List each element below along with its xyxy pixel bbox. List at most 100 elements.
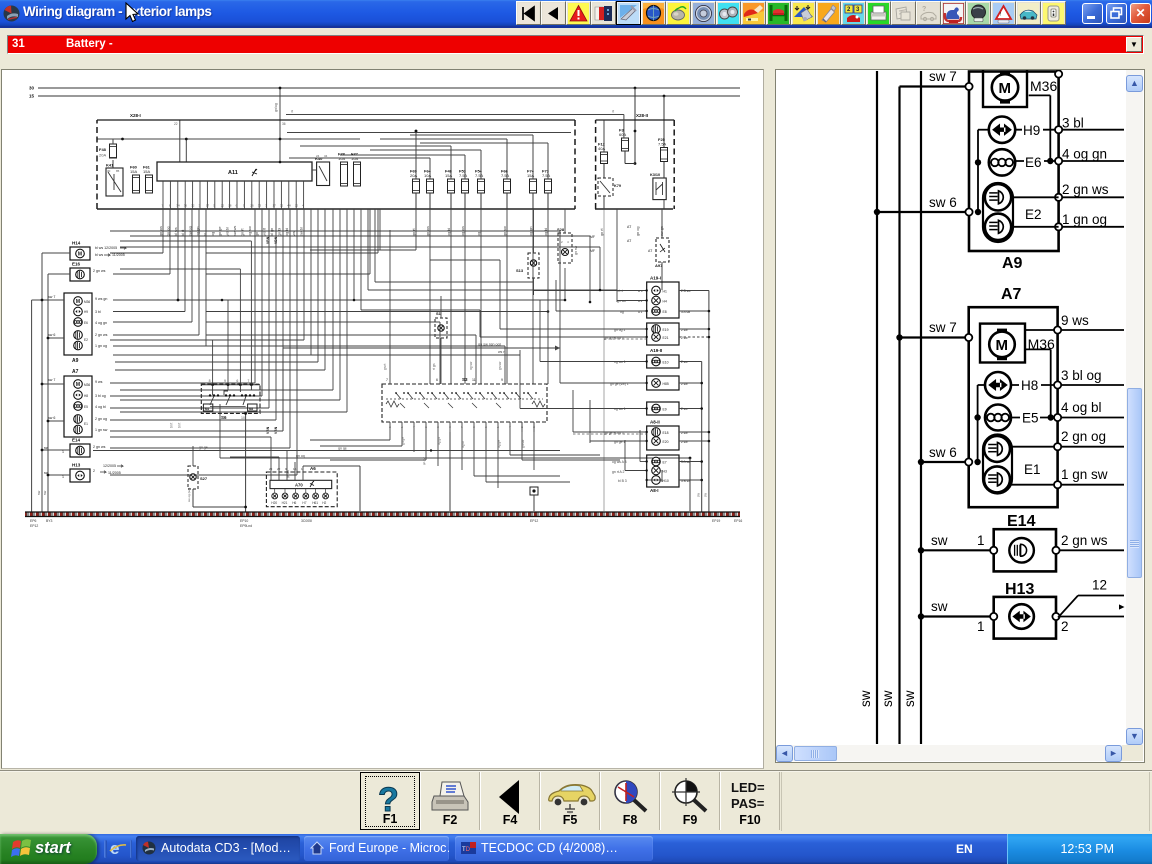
svg-text:ws: ws — [292, 231, 296, 236]
svg-text:A7: A7 — [1001, 286, 1022, 303]
svg-text:4 og gn: 4 og gn — [95, 321, 107, 325]
svg-text:EP12: EP12 — [30, 524, 38, 528]
svg-text:bl: bl — [203, 233, 207, 236]
svg-text:6: 6 — [236, 379, 238, 383]
svg-text:H8: H8 — [1021, 378, 1038, 393]
svg-text:7: 7 — [247, 379, 249, 383]
svg-text:gn ge: gn ge — [401, 437, 405, 445]
svg-text:sw: sw — [880, 690, 895, 707]
svg-text:9: 9 — [224, 379, 226, 383]
svg-text:3 bl: 3 bl — [95, 310, 101, 314]
svg-text:12: 12 — [295, 204, 299, 208]
svg-text:20A: 20A — [99, 153, 106, 158]
svg-text:H9: H9 — [84, 310, 88, 314]
svg-text:gn sw (gn og): gn sw (gn og) — [478, 343, 502, 347]
svg-text:1 gn og: 1 gn og — [1062, 212, 1107, 227]
svg-text:3 bl og: 3 bl og — [95, 394, 106, 398]
svg-text:7.5A: 7.5A — [475, 173, 484, 178]
svg-text:15A: 15A — [143, 169, 150, 174]
svg-text:sw bl: sw bl — [300, 227, 304, 236]
svg-text:1 gn sw: 1 gn sw — [1061, 467, 1108, 482]
svg-text:M: M — [78, 251, 82, 257]
svg-text:rt gn: rt gn — [432, 363, 436, 370]
svg-text:M36: M36 — [84, 383, 90, 387]
svg-text:A8-II: A8-II — [650, 420, 660, 425]
svg-text:9 ws gn: 9 ws gn — [95, 297, 107, 301]
svg-text:H2: H2 — [322, 501, 326, 505]
svg-text:9 ws: 9 ws — [1061, 313, 1089, 328]
svg-text:1: 1 — [62, 475, 64, 479]
svg-text:4: 4 — [567, 240, 569, 244]
svg-text:TD: TD — [462, 847, 471, 853]
svg-text:34: 34 — [176, 204, 180, 208]
svg-text:og bl: og bl — [285, 228, 289, 236]
svg-text:e: e — [110, 839, 119, 858]
svg-text:E19: E19 — [663, 328, 669, 332]
svg-text:sw 7: sw 7 — [929, 70, 957, 84]
svg-text:ws rt: ws rt — [263, 227, 267, 236]
svg-text:A9: A9 — [1002, 255, 1023, 272]
svg-text:H4: H4 — [663, 299, 667, 303]
svg-text:17: 17 — [206, 204, 210, 208]
svg-text:E2: E2 — [84, 338, 88, 342]
svg-text:gn rt: gn rt — [383, 364, 387, 370]
svg-text:11: 11 — [472, 378, 476, 382]
svg-text:15A: 15A — [130, 169, 137, 174]
svg-text:H13: H13 — [1005, 581, 1034, 598]
svg-text:og ws A 3: og ws A 3 — [612, 460, 627, 464]
svg-text:sw: sw — [37, 490, 41, 495]
svg-text:EP19: EP19 — [712, 519, 720, 523]
svg-text:VBN: VBN — [274, 426, 278, 434]
svg-text:gn ws: gn ws — [286, 470, 290, 478]
svg-text:og sw 1: og sw 1 — [614, 360, 626, 364]
svg-text:bl rt: bl rt — [170, 423, 174, 428]
svg-text:7: 7 — [386, 378, 388, 382]
svg-text:36: 36 — [184, 204, 188, 208]
svg-text:H13: H13 — [72, 463, 81, 468]
svg-text:A7: A7 — [72, 369, 79, 375]
svg-text:og sw: og sw — [469, 361, 473, 370]
svg-text:E9: E9 — [663, 407, 667, 411]
svg-text:gn rt: gn rt — [412, 227, 416, 236]
svg-text:24: 24 — [316, 154, 320, 158]
svg-text:EP12: EP12 — [530, 519, 538, 523]
svg-text:22: 22 — [174, 122, 178, 126]
svg-text:M: M — [76, 382, 80, 388]
svg-text:sw 6: sw 6 — [929, 445, 957, 460]
svg-text:og sw 1: og sw 1 — [614, 407, 626, 411]
svg-text:85: 85 — [116, 169, 120, 173]
svg-text:H61: H61 — [312, 501, 318, 505]
svg-text:8: 8 — [209, 379, 211, 383]
svg-text:A8-I: A8-I — [650, 488, 659, 493]
svg-text:K79: K79 — [614, 184, 621, 188]
svg-text:E5: E5 — [84, 405, 88, 409]
svg-text:S4: S4 — [205, 407, 209, 411]
svg-text:22: 22 — [221, 204, 225, 208]
svg-text:sw og (sw): sw og (sw) — [187, 488, 191, 502]
svg-text:3 bl og: 3 bl og — [1061, 368, 1102, 383]
svg-text:EP6: EP6 — [30, 519, 37, 523]
svg-text:A6: A6 — [310, 466, 316, 471]
svg-text:sw: sw — [931, 533, 948, 548]
svg-text:sw: sw — [697, 492, 701, 497]
svg-text:bl rt: bl rt — [617, 289, 623, 293]
svg-text:30: 30 — [107, 169, 111, 173]
svg-text:H8: H8 — [84, 394, 88, 398]
svg-text:M36: M36 — [84, 300, 90, 304]
svg-text:K3/10: K3/10 — [650, 173, 660, 177]
svg-text:gn sw: gn sw — [422, 456, 426, 465]
svg-text:M: M — [999, 80, 1012, 97]
svg-text:X28-II: X28-II — [636, 113, 648, 118]
svg-text:sw: sw — [704, 492, 708, 497]
svg-text:6: 6 — [436, 378, 438, 382]
svg-text:S6: S6 — [221, 415, 227, 420]
svg-text:gn sw: gn sw — [498, 361, 502, 370]
svg-text:3 A sw: 3 A sw — [681, 460, 691, 464]
svg-text:EP10: EP10 — [240, 519, 248, 523]
svg-text:bl rt: bl rt — [181, 229, 185, 236]
svg-text:sw gn: sw gn — [660, 226, 664, 236]
svg-text:gn og: gn og — [296, 454, 305, 458]
svg-text:og ge: og ge — [497, 440, 501, 448]
svg-text:H14: H14 — [72, 241, 81, 246]
svg-text:4 og gn: 4 og gn — [1062, 147, 1107, 162]
